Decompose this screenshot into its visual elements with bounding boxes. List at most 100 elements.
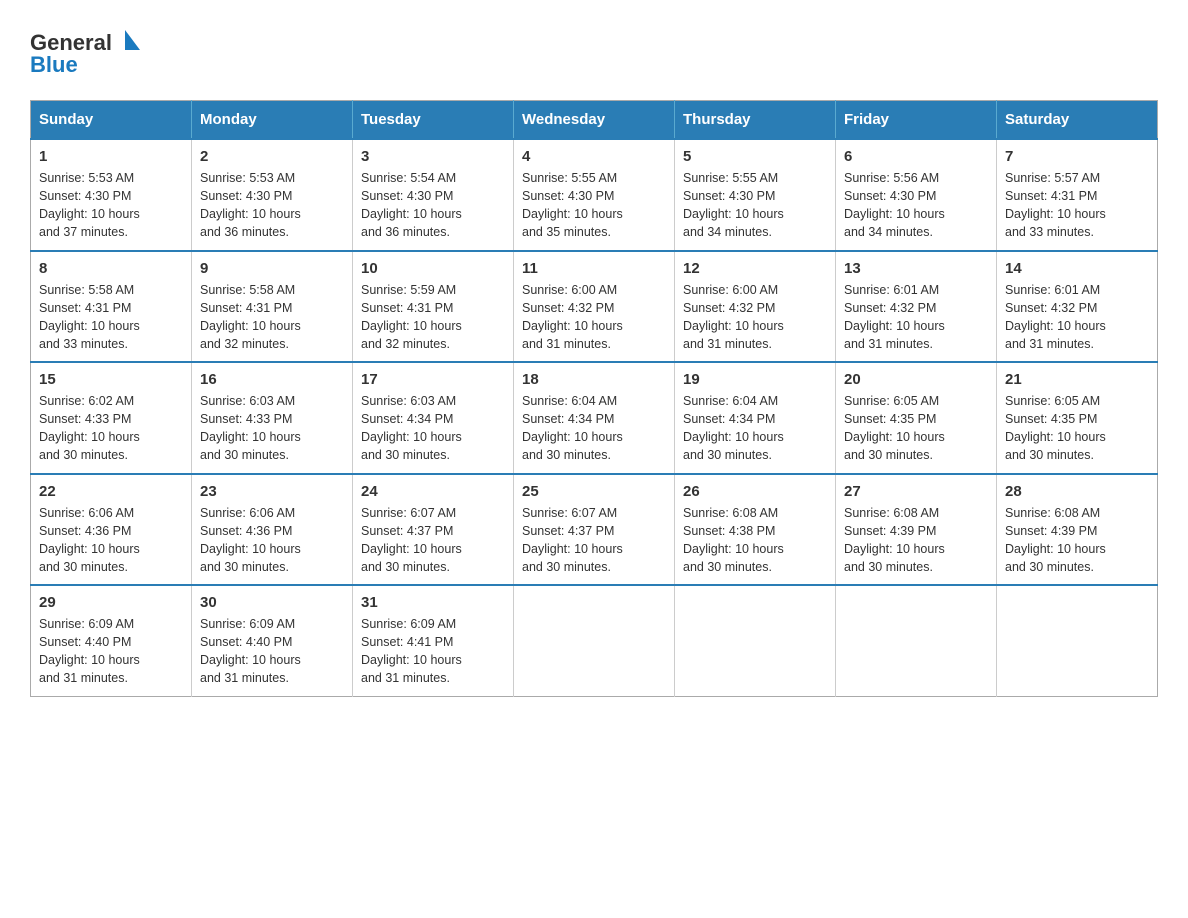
day-info: Sunrise: 5:58 AM Sunset: 4:31 PM Dayligh… [200, 281, 344, 354]
day-cell: 31 Sunrise: 6:09 AM Sunset: 4:41 PM Dayl… [353, 585, 514, 696]
day-number: 7 [1005, 148, 1149, 165]
day-number: 22 [39, 483, 183, 500]
day-info: Sunrise: 6:09 AM Sunset: 4:41 PM Dayligh… [361, 615, 505, 688]
day-cell [997, 585, 1158, 696]
day-number: 29 [39, 594, 183, 611]
day-info: Sunrise: 6:03 AM Sunset: 4:34 PM Dayligh… [361, 392, 505, 465]
day-header-tuesday: Tuesday [353, 101, 514, 140]
day-number: 18 [522, 371, 666, 388]
day-info: Sunrise: 5:58 AM Sunset: 4:31 PM Dayligh… [39, 281, 183, 354]
day-cell: 2 Sunrise: 5:53 AM Sunset: 4:30 PM Dayli… [192, 139, 353, 251]
day-number: 16 [200, 371, 344, 388]
day-header-sunday: Sunday [31, 101, 192, 140]
day-cell: 24 Sunrise: 6:07 AM Sunset: 4:37 PM Dayl… [353, 474, 514, 586]
day-number: 24 [361, 483, 505, 500]
day-info: Sunrise: 6:03 AM Sunset: 4:33 PM Dayligh… [200, 392, 344, 465]
day-cell: 25 Sunrise: 6:07 AM Sunset: 4:37 PM Dayl… [514, 474, 675, 586]
day-info: Sunrise: 6:06 AM Sunset: 4:36 PM Dayligh… [39, 504, 183, 577]
day-info: Sunrise: 6:07 AM Sunset: 4:37 PM Dayligh… [522, 504, 666, 577]
page-header: General Blue [30, 20, 1158, 80]
day-number: 26 [683, 483, 827, 500]
svg-text:Blue: Blue [30, 52, 78, 77]
day-number: 21 [1005, 371, 1149, 388]
day-info: Sunrise: 5:55 AM Sunset: 4:30 PM Dayligh… [522, 169, 666, 242]
day-info: Sunrise: 6:08 AM Sunset: 4:39 PM Dayligh… [1005, 504, 1149, 577]
day-cell: 11 Sunrise: 6:00 AM Sunset: 4:32 PM Dayl… [514, 251, 675, 363]
day-number: 1 [39, 148, 183, 165]
day-info: Sunrise: 6:05 AM Sunset: 4:35 PM Dayligh… [844, 392, 988, 465]
day-cell: 4 Sunrise: 5:55 AM Sunset: 4:30 PM Dayli… [514, 139, 675, 251]
week-row-5: 29 Sunrise: 6:09 AM Sunset: 4:40 PM Dayl… [31, 585, 1158, 696]
day-number: 2 [200, 148, 344, 165]
day-cell: 29 Sunrise: 6:09 AM Sunset: 4:40 PM Dayl… [31, 585, 192, 696]
day-number: 3 [361, 148, 505, 165]
day-info: Sunrise: 5:55 AM Sunset: 4:30 PM Dayligh… [683, 169, 827, 242]
day-cell: 5 Sunrise: 5:55 AM Sunset: 4:30 PM Dayli… [675, 139, 836, 251]
day-info: Sunrise: 6:09 AM Sunset: 4:40 PM Dayligh… [39, 615, 183, 688]
day-cell: 28 Sunrise: 6:08 AM Sunset: 4:39 PM Dayl… [997, 474, 1158, 586]
day-header-thursday: Thursday [675, 101, 836, 140]
days-of-week-row: SundayMondayTuesdayWednesdayThursdayFrid… [31, 101, 1158, 140]
day-cell: 3 Sunrise: 5:54 AM Sunset: 4:30 PM Dayli… [353, 139, 514, 251]
day-cell: 16 Sunrise: 6:03 AM Sunset: 4:33 PM Dayl… [192, 362, 353, 474]
day-cell: 19 Sunrise: 6:04 AM Sunset: 4:34 PM Dayl… [675, 362, 836, 474]
day-number: 5 [683, 148, 827, 165]
logo-svg: General Blue [30, 20, 150, 80]
day-number: 25 [522, 483, 666, 500]
day-cell: 30 Sunrise: 6:09 AM Sunset: 4:40 PM Dayl… [192, 585, 353, 696]
day-info: Sunrise: 5:54 AM Sunset: 4:30 PM Dayligh… [361, 169, 505, 242]
day-info: Sunrise: 6:04 AM Sunset: 4:34 PM Dayligh… [683, 392, 827, 465]
week-row-3: 15 Sunrise: 6:02 AM Sunset: 4:33 PM Dayl… [31, 362, 1158, 474]
day-number: 15 [39, 371, 183, 388]
day-info: Sunrise: 6:00 AM Sunset: 4:32 PM Dayligh… [522, 281, 666, 354]
day-number: 28 [1005, 483, 1149, 500]
day-cell: 27 Sunrise: 6:08 AM Sunset: 4:39 PM Dayl… [836, 474, 997, 586]
day-info: Sunrise: 5:53 AM Sunset: 4:30 PM Dayligh… [200, 169, 344, 242]
day-number: 10 [361, 260, 505, 277]
week-row-1: 1 Sunrise: 5:53 AM Sunset: 4:30 PM Dayli… [31, 139, 1158, 251]
week-row-4: 22 Sunrise: 6:06 AM Sunset: 4:36 PM Dayl… [31, 474, 1158, 586]
day-cell: 10 Sunrise: 5:59 AM Sunset: 4:31 PM Dayl… [353, 251, 514, 363]
day-number: 13 [844, 260, 988, 277]
day-info: Sunrise: 6:01 AM Sunset: 4:32 PM Dayligh… [844, 281, 988, 354]
day-number: 8 [39, 260, 183, 277]
day-cell: 7 Sunrise: 5:57 AM Sunset: 4:31 PM Dayli… [997, 139, 1158, 251]
day-info: Sunrise: 5:53 AM Sunset: 4:30 PM Dayligh… [39, 169, 183, 242]
day-cell: 21 Sunrise: 6:05 AM Sunset: 4:35 PM Dayl… [997, 362, 1158, 474]
day-cell: 20 Sunrise: 6:05 AM Sunset: 4:35 PM Dayl… [836, 362, 997, 474]
day-number: 12 [683, 260, 827, 277]
day-number: 11 [522, 260, 666, 277]
logo: General Blue [30, 20, 150, 80]
day-info: Sunrise: 6:08 AM Sunset: 4:39 PM Dayligh… [844, 504, 988, 577]
day-cell: 13 Sunrise: 6:01 AM Sunset: 4:32 PM Dayl… [836, 251, 997, 363]
day-cell: 26 Sunrise: 6:08 AM Sunset: 4:38 PM Dayl… [675, 474, 836, 586]
day-number: 4 [522, 148, 666, 165]
day-cell [675, 585, 836, 696]
day-header-wednesday: Wednesday [514, 101, 675, 140]
day-number: 6 [844, 148, 988, 165]
day-header-friday: Friday [836, 101, 997, 140]
day-number: 19 [683, 371, 827, 388]
day-cell: 22 Sunrise: 6:06 AM Sunset: 4:36 PM Dayl… [31, 474, 192, 586]
day-number: 30 [200, 594, 344, 611]
day-cell: 23 Sunrise: 6:06 AM Sunset: 4:36 PM Dayl… [192, 474, 353, 586]
day-info: Sunrise: 6:02 AM Sunset: 4:33 PM Dayligh… [39, 392, 183, 465]
day-cell: 17 Sunrise: 6:03 AM Sunset: 4:34 PM Dayl… [353, 362, 514, 474]
day-cell: 12 Sunrise: 6:00 AM Sunset: 4:32 PM Dayl… [675, 251, 836, 363]
week-row-2: 8 Sunrise: 5:58 AM Sunset: 4:31 PM Dayli… [31, 251, 1158, 363]
calendar-header: SundayMondayTuesdayWednesdayThursdayFrid… [31, 101, 1158, 140]
day-info: Sunrise: 6:07 AM Sunset: 4:37 PM Dayligh… [361, 504, 505, 577]
day-info: Sunrise: 5:57 AM Sunset: 4:31 PM Dayligh… [1005, 169, 1149, 242]
day-number: 14 [1005, 260, 1149, 277]
day-number: 17 [361, 371, 505, 388]
calendar-table: SundayMondayTuesdayWednesdayThursdayFrid… [30, 100, 1158, 697]
day-info: Sunrise: 5:59 AM Sunset: 4:31 PM Dayligh… [361, 281, 505, 354]
day-header-monday: Monday [192, 101, 353, 140]
day-info: Sunrise: 6:05 AM Sunset: 4:35 PM Dayligh… [1005, 392, 1149, 465]
day-number: 27 [844, 483, 988, 500]
day-info: Sunrise: 6:09 AM Sunset: 4:40 PM Dayligh… [200, 615, 344, 688]
day-header-saturday: Saturday [997, 101, 1158, 140]
day-cell: 18 Sunrise: 6:04 AM Sunset: 4:34 PM Dayl… [514, 362, 675, 474]
day-cell: 14 Sunrise: 6:01 AM Sunset: 4:32 PM Dayl… [997, 251, 1158, 363]
calendar-body: 1 Sunrise: 5:53 AM Sunset: 4:30 PM Dayli… [31, 139, 1158, 696]
